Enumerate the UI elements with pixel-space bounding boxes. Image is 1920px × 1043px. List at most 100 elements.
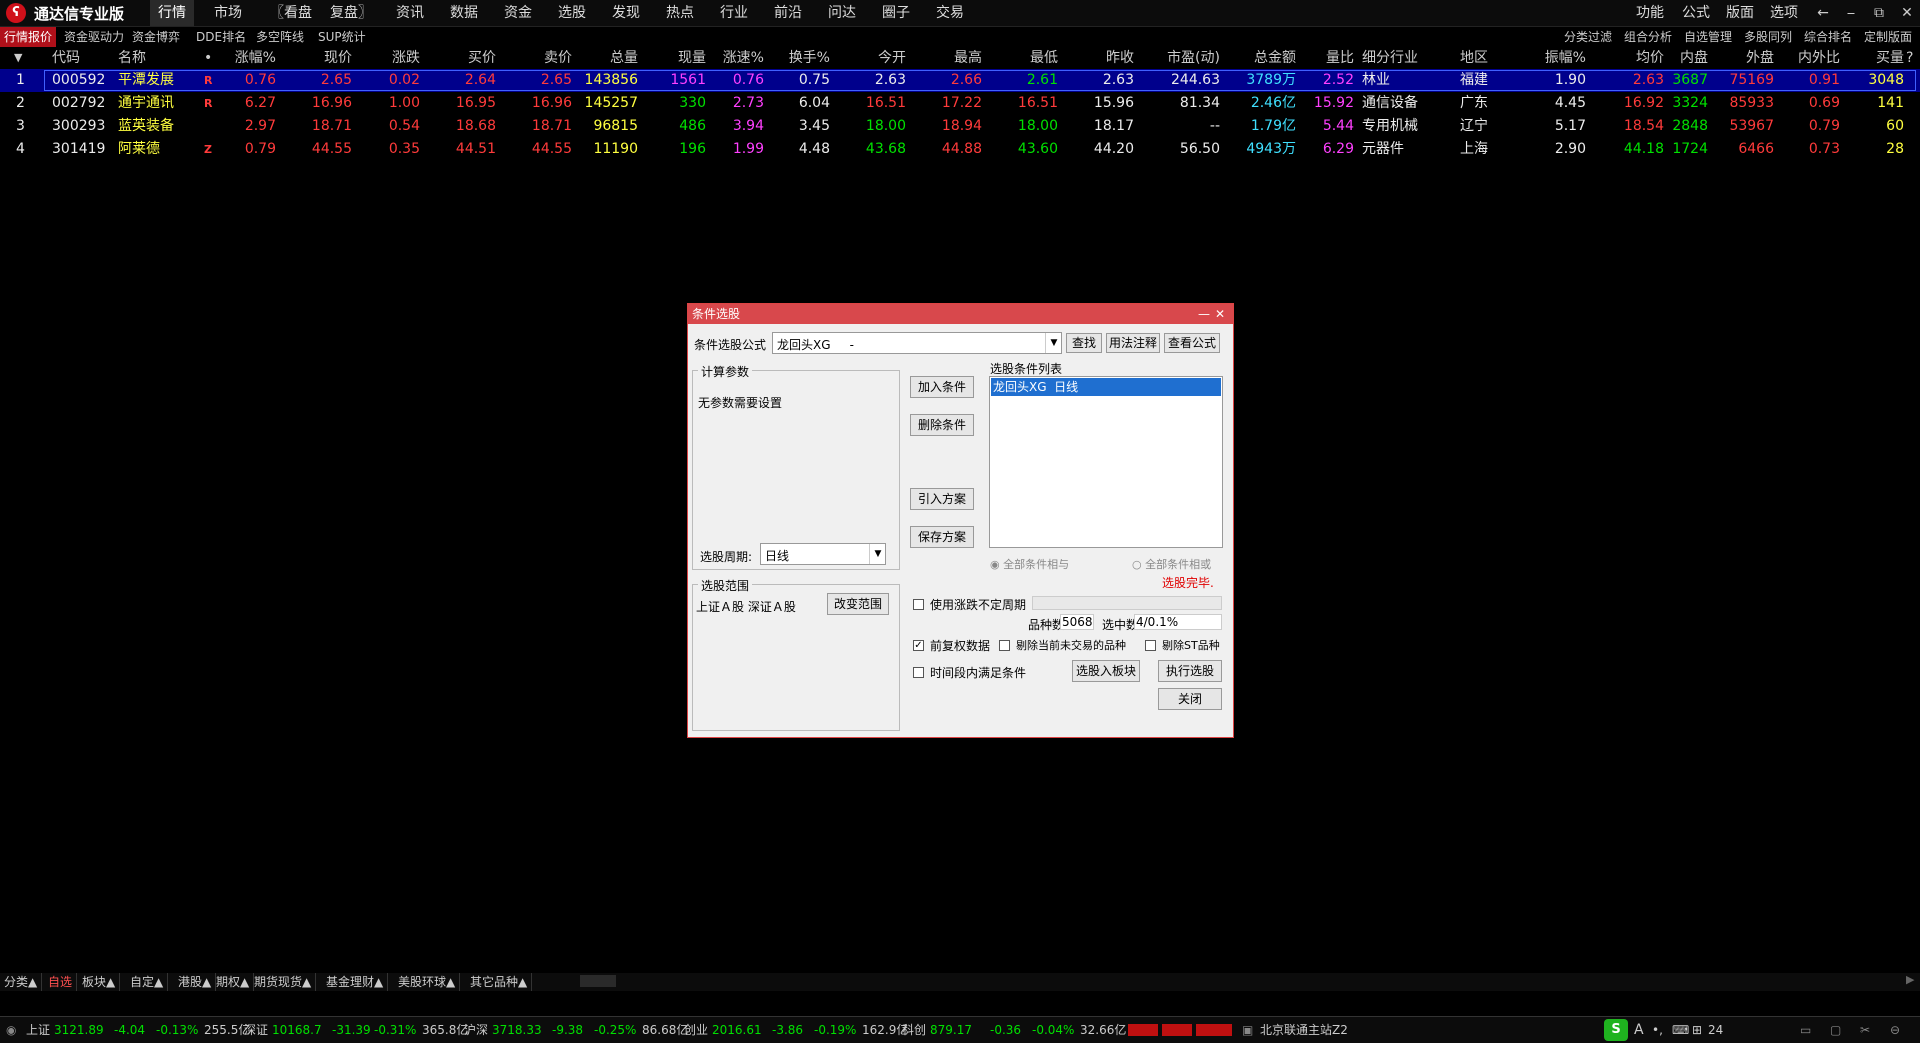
bottom-tab[interactable]: 其它品种▲ [466, 973, 533, 991]
menu-quotes[interactable]: 行情 [150, 0, 194, 26]
scroll-right-icon[interactable]: ▶ [1906, 973, 1914, 986]
minimize-icon[interactable]: ⎯ [1838, 0, 1864, 26]
column-header[interactable]: 内外比 [1776, 49, 1840, 67]
time-range-checkbox[interactable] [913, 667, 924, 678]
period-select[interactable]: 日线 ▼ [760, 543, 886, 565]
input-method-icon[interactable]: S [1604, 1019, 1628, 1041]
column-header[interactable]: 涨速% [708, 49, 764, 67]
remove-suspended-checkbox[interactable] [999, 640, 1010, 651]
column-header[interactable]: 卖价 [500, 49, 572, 67]
bottom-tab[interactable]: 自选 [44, 973, 78, 991]
ime-grid-icon[interactable]: ⊞ [1692, 1017, 1702, 1043]
tab-custom-layout[interactable]: 定制版面 [1860, 27, 1916, 47]
table-row[interactable]: 1 000592 平潭发展 R 0.76 2.65 0.02 2.64 2.65 143856 15… [0, 69, 1920, 92]
camera-icon[interactable]: ▣ [1242, 1017, 1253, 1043]
table-row[interactable]: 4 301419 阿莱德 Z 0.79 44.55 0.35 44.51 44.55 11190 1… [0, 138, 1920, 161]
menu-funds[interactable]: 资金 [496, 0, 540, 26]
tab-watchlist-mgmt[interactable]: 自选管理 [1680, 27, 1736, 47]
restore-icon[interactable]: ⧉ [1866, 0, 1892, 26]
monitor-icon[interactable]: ▭ [1800, 1017, 1811, 1043]
menu-options[interactable]: 选项 [1770, 0, 1798, 26]
column-header[interactable]: 昨收 [1062, 49, 1134, 67]
execute-select-button[interactable]: 执行选股 [1158, 660, 1222, 682]
tab-fund-drive[interactable]: 资金驱动力 [60, 27, 128, 47]
formula-select[interactable]: 龙回头XG - ▼ [772, 332, 1062, 354]
bottom-tab[interactable]: 期权▲ [212, 973, 255, 991]
ime-mode-icon[interactable]: A [1634, 1017, 1644, 1043]
remove-st-checkbox[interactable] [1145, 640, 1156, 651]
bottom-tab[interactable]: 基金理财▲ [322, 973, 389, 991]
column-header[interactable]: 地区 [1460, 49, 1510, 67]
horizontal-scrollbar[interactable] [580, 975, 616, 987]
column-header[interactable]: 均价 [1590, 49, 1664, 67]
tab-dde-rank[interactable]: DDE排名 [192, 27, 250, 47]
menu-market[interactable]: 市场 [206, 0, 250, 26]
menu-frontier[interactable]: 前沿 [766, 0, 810, 26]
forward-adjust-checkbox[interactable]: ✓ [913, 640, 924, 651]
radio-all-and[interactable]: ◉ 全部条件相与 [990, 556, 1069, 572]
sort-arrow-icon[interactable]: ▼ [14, 49, 22, 67]
column-header[interactable]: 涨跌 [356, 49, 420, 67]
tools-icon[interactable]: ✂ [1860, 1017, 1870, 1043]
column-header[interactable]: 最低 [986, 49, 1058, 67]
bottom-tab[interactable]: 分类▲ [0, 973, 43, 991]
tab-fund-game[interactable]: 资金博弈 [128, 27, 184, 47]
delete-condition-button[interactable]: 删除条件 [910, 414, 974, 436]
keyboard-icon[interactable]: ⌨ [1672, 1017, 1689, 1043]
column-header[interactable]: 代码 [52, 49, 110, 67]
tab-multi-stock[interactable]: 多股同列 [1740, 27, 1796, 47]
tab-combo-analysis[interactable]: 组合分析 [1620, 27, 1676, 47]
radio-all-or[interactable]: ○ 全部条件相或 [1132, 556, 1211, 572]
column-header[interactable]: 名称 [118, 49, 198, 67]
menu-discover[interactable]: 发现 [604, 0, 648, 26]
bottom-tab[interactable]: 板块▲ [78, 973, 121, 991]
column-header[interactable]: 内盘 [1666, 49, 1708, 67]
menu-circle[interactable]: 圈子 [874, 0, 918, 26]
column-header[interactable]: 最高 [910, 49, 982, 67]
dialog-close-icon[interactable]: ✕ [1215, 304, 1225, 324]
menu-watch[interactable]: 〖看盘 [262, 0, 320, 26]
status-toggle-icon[interactable]: ◉ [6, 1017, 16, 1043]
menu-ask[interactable]: 问达 [820, 0, 864, 26]
uncertain-period-checkbox[interactable] [913, 599, 924, 610]
save-scheme-button[interactable]: 保存方案 [910, 526, 974, 548]
chat-icon[interactable]: ▢ [1830, 1017, 1841, 1043]
menu-data[interactable]: 数据 [442, 0, 486, 26]
view-formula-button[interactable]: 查看公式 [1164, 333, 1220, 353]
column-header[interactable]: 现价 [280, 49, 352, 67]
column-header[interactable]: 现量 [642, 49, 706, 67]
dialog-minimize-icon[interactable]: — [1198, 304, 1210, 324]
tab-overall-rank[interactable]: 综合排名 [1800, 27, 1856, 47]
bottom-tab[interactable]: 自定▲ [126, 973, 169, 991]
menu-review[interactable]: 复盘〗 [322, 0, 380, 26]
column-header[interactable]: 细分行业 [1362, 49, 1442, 67]
tab-category-filter[interactable]: 分类过滤 [1560, 27, 1616, 47]
chevron-down-icon[interactable]: ▼ [1045, 333, 1062, 353]
menu-layout[interactable]: 版面 [1726, 0, 1754, 26]
column-header[interactable]: 买价 [424, 49, 496, 67]
tab-sup-stats[interactable]: SUP统计 [314, 27, 370, 47]
usage-notes-button[interactable]: 用法注释 [1106, 333, 1160, 353]
import-scheme-button[interactable]: 引入方案 [910, 488, 974, 510]
ime-punct-icon[interactable]: •, [1652, 1017, 1663, 1043]
condition-list-item[interactable]: 龙回头XG 日线 [991, 378, 1221, 396]
column-header[interactable]: 买量 [1844, 49, 1904, 67]
menu-function[interactable]: 功能 [1636, 0, 1664, 26]
column-header[interactable]: 量比 [1300, 49, 1354, 67]
column-header[interactable]: • [204, 49, 222, 67]
menu-industry[interactable]: 行业 [712, 0, 756, 26]
exit-icon[interactable]: ⊖ [1890, 1017, 1900, 1043]
help-icon[interactable]: ? [1906, 49, 1913, 67]
tab-long-short[interactable]: 多空阵线 [252, 27, 308, 47]
find-button[interactable]: 查找 [1066, 333, 1102, 353]
menu-news[interactable]: 资讯 [388, 0, 432, 26]
menu-formula[interactable]: 公式 [1682, 0, 1710, 26]
table-row[interactable]: 2 002792 通宇通讯 R 6.27 16.96 1.00 16.95 16.96 14525… [0, 92, 1920, 115]
bottom-tab[interactable]: 港股▲ [174, 973, 217, 991]
close-dialog-button[interactable]: 关闭 [1158, 688, 1222, 710]
column-header[interactable]: 总量 [576, 49, 638, 67]
menu-stock-select[interactable]: 选股 [550, 0, 594, 26]
column-header[interactable]: 今开 [834, 49, 906, 67]
chevron-down-icon[interactable]: ▼ [869, 544, 886, 564]
condition-list[interactable]: 龙回头XG 日线 [989, 376, 1223, 548]
